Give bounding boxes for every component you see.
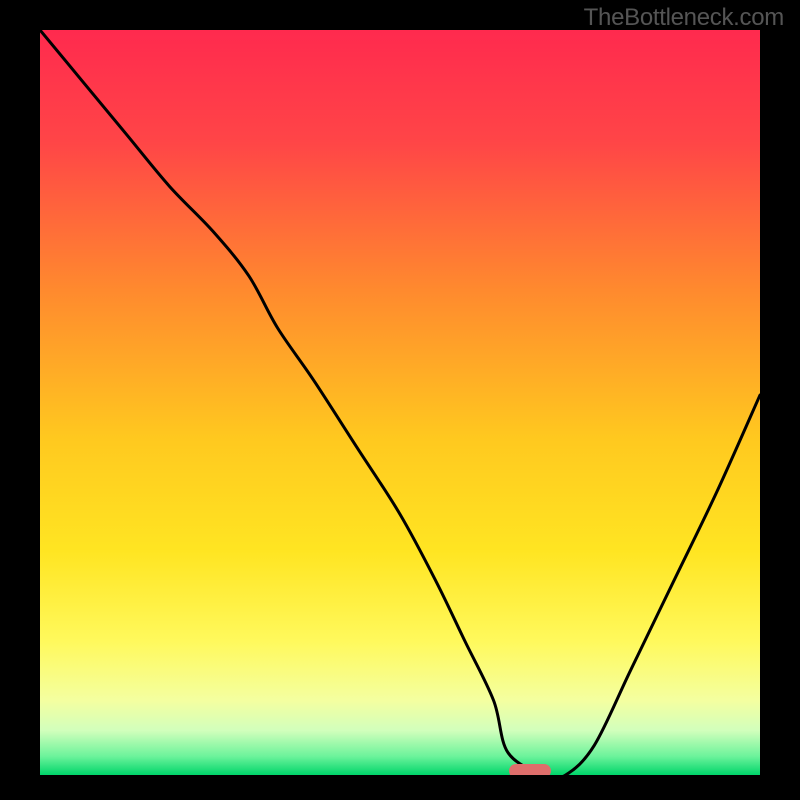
optimal-marker — [509, 764, 551, 775]
plot-area — [40, 30, 760, 775]
watermark-text: TheBottleneck.com — [584, 4, 784, 32]
chart-container: TheBottleneck.com — [0, 0, 800, 800]
bottleneck-curve — [40, 30, 760, 775]
